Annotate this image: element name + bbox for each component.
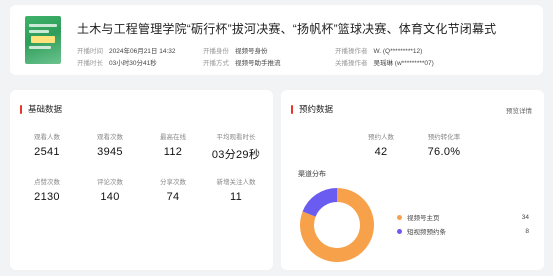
meta-start-time: 开播时间 2024年06月21日 14:32 — [77, 48, 176, 55]
donut-slice-1[interactable] — [302, 188, 337, 217]
section-accent-bar — [20, 104, 22, 114]
stat-viewers: 观看人数 2541 — [34, 134, 60, 158]
meta-method: 开播方式 视频号助手推流 — [203, 60, 281, 67]
reservation-data-card: 预约数据 预览详情 预约人数 42 预约转化率 76.0% 渠道分布 视频号主页 3… — [281, 90, 544, 270]
legend-dot-homepage — [397, 214, 402, 220]
meta-identity: 开播身份 视频号身份 — [203, 48, 268, 55]
live-info-card: 土木与工程管理学院“砺行杯”拔河决赛、“扬帆杯”篮球决赛、体育文化节闭幕式 开播… — [10, 5, 543, 75]
legend-item-homepage: 视频号主页 34 — [397, 212, 529, 222]
meta-duration: 开播时长 03小时30分41秒 — [77, 60, 157, 67]
stat-reservation-conversion: 预约转化率 76.0% — [427, 134, 461, 158]
stat-new-followers: 新增关注人数 11 — [216, 179, 256, 203]
reservation-detail-link[interactable]: 预览详情 — [506, 105, 532, 115]
stat-reservations: 预约人数 42 — [368, 134, 394, 158]
legend-dot-short-video — [397, 228, 402, 234]
stat-avg-watch-time: 平均观看时长 03分29秒 — [211, 134, 261, 161]
live-cover-thumbnail[interactable] — [25, 16, 61, 64]
meta-end-operator: 关播操作者 吴瑶琳 (w*********07) — [335, 60, 434, 67]
channel-distribution-title: 渠道分布 — [298, 171, 326, 178]
legend-item-short-video: 短视频预约条 8 — [397, 226, 529, 236]
reservation-data-header: 预约数据 — [291, 104, 333, 114]
stat-peak-online: 最高在线 112 — [160, 134, 186, 158]
reservation-data-title: 预约数据 — [299, 104, 334, 114]
channel-donut-chart — [300, 188, 375, 262]
live-title: 土木与工程管理学院“砺行杯”拔河决赛、“扬帆杯”篮球决赛、体育文化节闭幕式 — [77, 22, 497, 36]
stat-likes: 点赞次数 2130 — [34, 179, 60, 203]
section-accent-bar — [291, 104, 293, 114]
basic-data-title: 基础数据 — [28, 104, 63, 114]
stat-comments: 评论次数 140 — [97, 179, 123, 203]
meta-start-operator: 开播操作者 W. (Q*********12) — [335, 48, 423, 55]
basic-data-card: 基础数据 观看人数 2541 观看次数 3945 最高在线 112 平均观看时长 03分… — [10, 90, 273, 270]
basic-data-header: 基础数据 — [20, 104, 62, 114]
stat-views: 观看次数 3945 — [97, 134, 123, 158]
stat-shares: 分享次数 74 — [160, 179, 186, 203]
